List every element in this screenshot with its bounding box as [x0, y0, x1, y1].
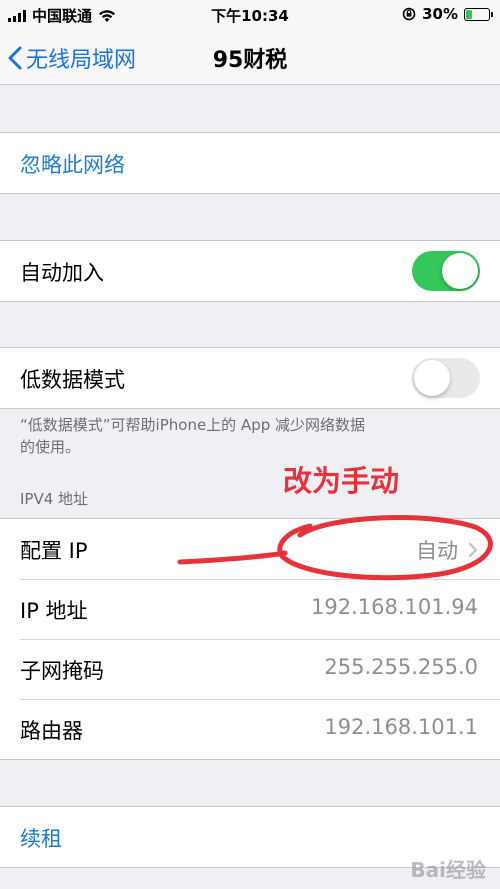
auto-join-row: 自动加入 [0, 241, 500, 301]
subnet-mask-value: 255.255.255.0 [324, 655, 478, 679]
toggle-knob [442, 253, 478, 289]
ip-address-row: IP 地址 192.168.101.94 [0, 579, 500, 639]
footnote-line-1: “低数据模式”可帮助iPhone上的 App 减少网络数据 [20, 416, 366, 434]
low-data-group: 低数据模式 [0, 347, 500, 409]
status-right: 30% [402, 5, 493, 23]
battery-fill [466, 9, 473, 19]
navigation-bar: 无线局域网 95财税 [0, 28, 500, 85]
forget-network-label: 忽略此网络 [20, 153, 125, 177]
low-data-footnote: “低数据模式”可帮助iPhone上的 App 减少网络数据 的使用。 [20, 414, 440, 458]
battery-icon [464, 7, 493, 21]
forget-group: 忽略此网络 [0, 132, 500, 194]
configure-ip-mode: 自动 [416, 539, 458, 563]
configure-ip-label: 配置 IP [20, 539, 88, 563]
watermark-logo: Bai经验 [410, 858, 486, 882]
renew-lease-label: 续租 [20, 827, 62, 851]
router-value: 192.168.101.1 [324, 715, 478, 739]
low-data-row: 低数据模式 [0, 348, 500, 408]
toggle-knob [414, 360, 450, 396]
subnet-mask-label: 子网掩码 [20, 659, 104, 683]
forget-network-row[interactable]: 忽略此网络 [0, 133, 500, 193]
configure-ip-row[interactable]: 配置 IP 自动 [0, 519, 500, 579]
page-title: 95财税 [212, 48, 288, 73]
router-label: 路由器 [20, 719, 83, 743]
low-data-toggle[interactable] [412, 358, 480, 398]
annotation-text: 改为手动 [283, 464, 400, 498]
low-data-label: 低数据模式 [20, 368, 125, 392]
battery-percent: 30% [422, 5, 458, 23]
chevron-right-icon [468, 542, 478, 558]
status-bar: 中国联通 下午10:34 30% [0, 0, 500, 28]
auto-join-group: 自动加入 [0, 240, 500, 302]
auto-join-label: 自动加入 [20, 261, 104, 285]
ip-address-label: IP 地址 [20, 599, 88, 623]
ip-address-value: 192.168.101.94 [311, 595, 478, 619]
footnote-line-2: 的使用。 [20, 438, 81, 456]
ipv4-section-header: IPV4 地址 [20, 490, 89, 508]
ipv4-group: 配置 IP 自动 IP 地址 192.168.101.94 子网掩码 255.2… [0, 518, 500, 760]
orientation-lock-icon [402, 7, 416, 21]
auto-join-toggle[interactable] [412, 251, 480, 291]
subnet-mask-row: 子网掩码 255.255.255.0 [0, 639, 500, 699]
router-row: 路由器 192.168.101.1 [0, 699, 500, 759]
configure-ip-value: 自动 [416, 535, 478, 565]
